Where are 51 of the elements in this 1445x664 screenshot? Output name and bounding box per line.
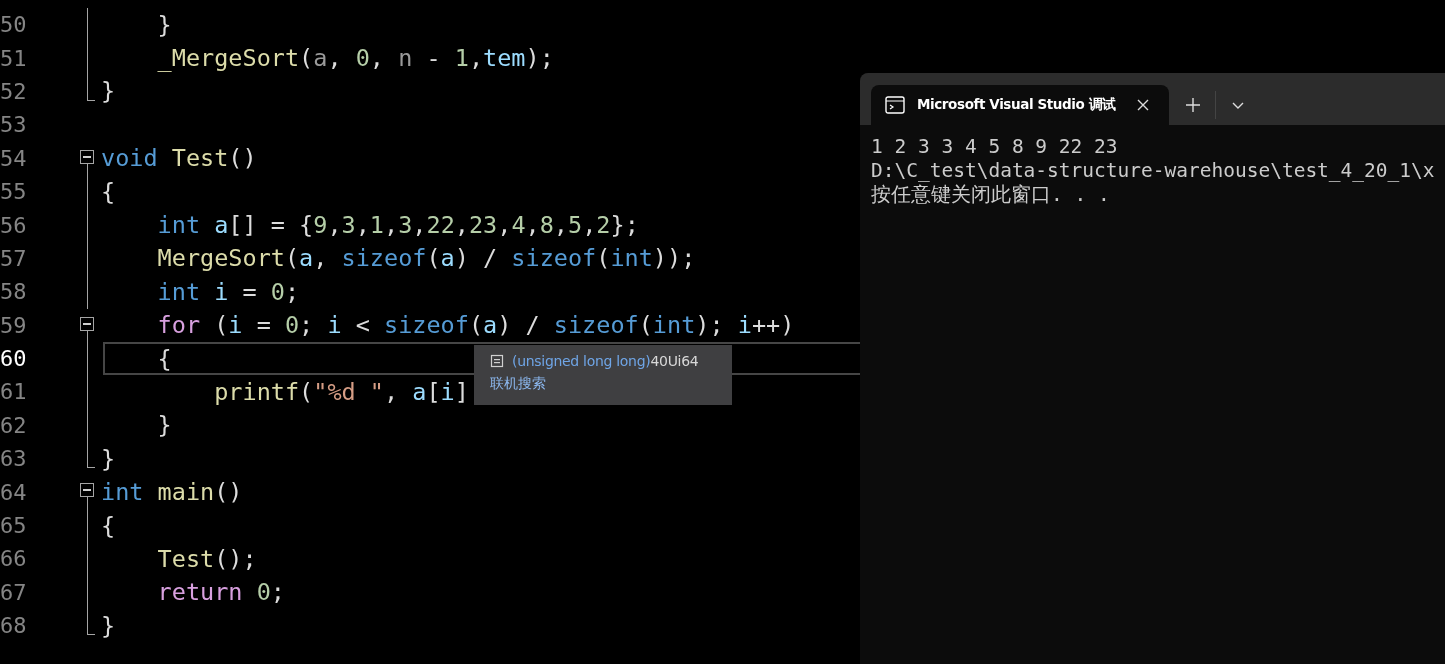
line-number: 50 xyxy=(0,12,28,38)
line-number: 66 xyxy=(0,546,28,572)
tab-title: Microsoft Visual Studio 调试 xyxy=(917,96,1117,114)
line-number: 51 xyxy=(0,45,28,71)
line-number: 53 xyxy=(0,112,28,138)
collapse-icon[interactable] xyxy=(80,483,94,498)
type-info: (unsigned long long)40Ui64 xyxy=(512,353,699,369)
console-icon xyxy=(885,96,905,114)
code-line: int i = 0; xyxy=(156,277,300,306)
line-number: 68 xyxy=(0,613,28,639)
code-line: } xyxy=(101,444,116,473)
line-number: 57 xyxy=(0,245,28,271)
line-number: 54 xyxy=(0,145,28,171)
code-line: MergeSort(a, sizeof(a) / sizeof(int)); xyxy=(156,244,696,273)
line-number: 56 xyxy=(0,212,28,238)
plus-icon xyxy=(1185,97,1201,113)
line-number: 67 xyxy=(0,579,28,605)
code-line: int a[] = {9,3,1,3,22,23,4,8,5,2}; xyxy=(156,211,639,240)
close-icon xyxy=(1136,98,1150,112)
code-line: printf("%d ", a[i] xyxy=(213,378,469,406)
line-number: 55 xyxy=(0,179,28,205)
line-number: 64 xyxy=(0,479,28,505)
code-line: _MergeSort(a, 0, n - 1,tem); xyxy=(156,44,554,73)
terminal-output-line: 按任意键关闭此窗口. . . xyxy=(871,183,1111,207)
code-line: { xyxy=(101,511,116,540)
field-icon xyxy=(490,354,504,368)
collapse-icon[interactable] xyxy=(80,149,94,164)
terminal-output-line: 1 2 3 3 4 5 8 9 22 23 xyxy=(871,135,1119,159)
line-number: 62 xyxy=(0,412,28,438)
code-line: } xyxy=(156,10,172,39)
code-line: return 0; xyxy=(156,578,285,607)
code-line: for (i = 0; i < sizeof(a) / sizeof(int); i++) xyxy=(156,311,795,340)
code-line: } xyxy=(101,611,116,640)
code-line: { xyxy=(156,344,172,373)
code-line: Test(); xyxy=(156,544,257,573)
code-line: } xyxy=(156,411,172,440)
code-line: } xyxy=(101,77,116,106)
code-line: int main() xyxy=(101,478,243,507)
line-number: 58 xyxy=(0,279,28,305)
code-line: { xyxy=(101,177,116,206)
online-search-link[interactable]: 联机搜索 xyxy=(490,375,716,393)
collapse-icon[interactable] xyxy=(80,316,94,331)
line-number: 63 xyxy=(0,446,28,472)
line-number: 61 xyxy=(0,379,28,405)
line-number: 60 xyxy=(0,346,28,372)
code-line: void Test() xyxy=(101,144,257,173)
terminal-output-line: D:\C_test\data-structure-warehouse\test_4_20_1\x xyxy=(871,159,1436,183)
line-number: 52 xyxy=(0,78,28,104)
line-number: 65 xyxy=(0,513,28,539)
terminal-tab[interactable]: Microsoft Visual Studio 调试 xyxy=(871,85,1169,125)
line-number: 59 xyxy=(0,312,28,338)
